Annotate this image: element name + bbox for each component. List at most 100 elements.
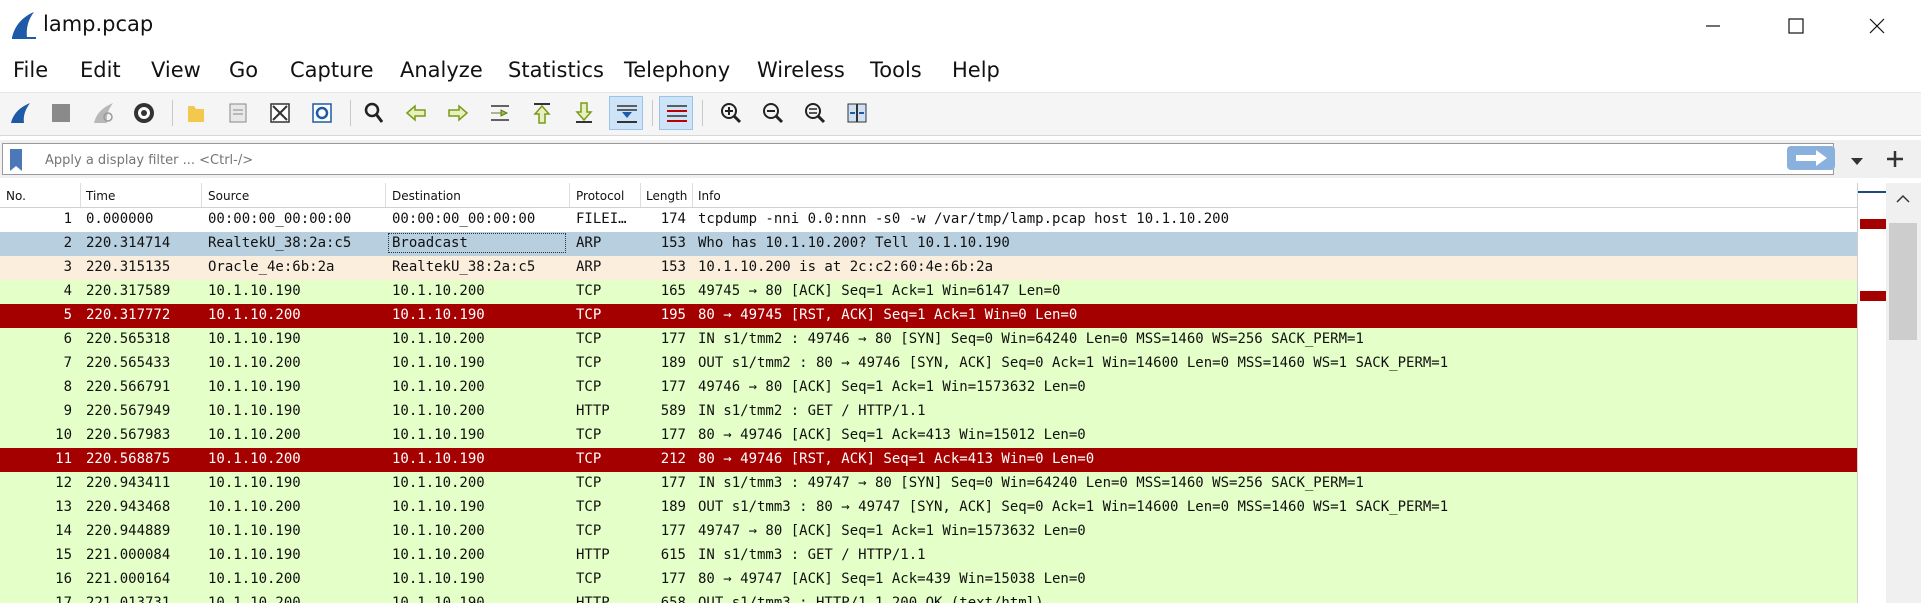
open-file-button[interactable]	[179, 96, 213, 130]
cell-len: 177	[660, 331, 686, 347]
plus-icon	[1887, 151, 1903, 167]
resize-columns-button[interactable]	[840, 96, 874, 130]
table-row[interactable]: 13 220.943468 10.1.10.200 10.1.10.190 TCP 189…	[0, 496, 1857, 520]
column-header-length[interactable]: Length	[646, 189, 687, 203]
vertical-scrollbar[interactable]	[1886, 183, 1921, 603]
cell-dst: 10.1.10.200	[392, 331, 485, 347]
menu-statistics[interactable]: Statistics	[508, 58, 604, 82]
menu-edit[interactable]: Edit	[80, 58, 121, 82]
table-row[interactable]: 9 220.567949 10.1.10.190 10.1.10.200 HTTP 589…	[0, 400, 1857, 424]
column-header-time[interactable]: Time	[86, 189, 115, 203]
apply-filter-button[interactable]	[1787, 146, 1835, 170]
menu-go[interactable]: Go	[229, 58, 258, 82]
table-row[interactable]: 1 0.000000 00:00:00_00:00:00 00:00:00_00:00…	[0, 208, 1857, 232]
table-row[interactable]: 14 220.944889 10.1.10.190 10.1.10.200 TCP 177…	[0, 520, 1857, 544]
cell-proto: HTTP	[576, 595, 610, 603]
menu-help[interactable]: Help	[952, 58, 1000, 82]
menu-telephony[interactable]: Telephony	[624, 58, 730, 82]
find-packet-button[interactable]	[357, 96, 391, 130]
go-last-button[interactable]	[567, 96, 601, 130]
cell-info: Who has 10.1.10.200? Tell 10.1.10.190	[698, 235, 1010, 251]
cell-info: IN s1/tmm3 : GET / HTTP/1.1	[698, 547, 926, 563]
menu-view[interactable]: View	[151, 58, 201, 82]
packet-minimap[interactable]	[1857, 183, 1886, 603]
cell-proto: TCP	[576, 283, 602, 299]
table-row[interactable]: 15 221.000084 10.1.10.190 10.1.10.200 HTTP 61…	[0, 544, 1857, 568]
menu-analyze[interactable]: Analyze	[400, 58, 483, 82]
column-header-source[interactable]: Source	[208, 189, 249, 203]
table-row[interactable]: 11 220.568875 10.1.10.200 10.1.10.190 TCP 212…	[0, 448, 1857, 472]
maximize-button[interactable]	[1773, 8, 1819, 42]
cell-src: 10.1.10.190	[208, 283, 301, 299]
cell-info: 49747 → 80 [ACK] Seq=1 Ack=1 Win=1573632…	[698, 523, 1086, 539]
cell-no: 12	[55, 475, 72, 491]
table-row[interactable]: 12 220.943411 10.1.10.190 10.1.10.200 TCP 177…	[0, 472, 1857, 496]
column-header-protocol[interactable]: Protocol	[576, 189, 624, 203]
cell-time: 220.565318	[86, 331, 171, 347]
scroll-up-arrow-icon[interactable]	[1896, 189, 1910, 208]
menu-capture[interactable]: Capture	[290, 58, 374, 82]
cell-len: 177	[660, 571, 686, 587]
go-last-icon	[575, 102, 593, 123]
close-button[interactable]	[1854, 8, 1900, 42]
bookmark-icon[interactable]	[6, 147, 28, 173]
cell-proto: HTTP	[576, 547, 610, 563]
zoom-in-button[interactable]	[714, 96, 748, 130]
cell-dst: 10.1.10.200	[392, 547, 485, 563]
cell-no: 3	[63, 259, 72, 275]
cell-proto: ARP	[576, 259, 602, 275]
normal-size-icon	[805, 103, 826, 124]
cell-no: 16	[55, 571, 72, 587]
table-row[interactable]: 3 220.315135 Oracle_4e:6b:2a RealtekU_38:2a…	[0, 256, 1857, 280]
resize-columns-icon	[847, 103, 867, 123]
table-row[interactable]: 16 221.000164 10.1.10.200 10.1.10.190 TCP 177…	[0, 568, 1857, 592]
go-forward-button[interactable]	[441, 96, 475, 130]
table-row[interactable]: 7 220.565433 10.1.10.200 10.1.10.190 TCP 189 O…	[0, 352, 1857, 376]
chevron-down-icon	[1851, 158, 1863, 165]
close-file-button[interactable]	[263, 96, 297, 130]
colorize-button[interactable]	[659, 96, 693, 130]
cell-dst: 10.1.10.190	[392, 307, 485, 323]
table-row[interactable]: 2 220.314714 RealtekU_38:2a:c5 Broadcast ARP…	[0, 232, 1857, 256]
stop-capture-button[interactable]	[44, 96, 78, 130]
cell-no: 5	[63, 307, 72, 323]
cell-len: 189	[660, 499, 686, 515]
cell-info: tcpdump -nni 0.0:nnn -s0 -w /var/tmp/lam…	[698, 211, 1230, 227]
zoom-out-button[interactable]	[756, 96, 790, 130]
cell-time: 221.013731	[86, 595, 171, 603]
capture-options-button[interactable]	[127, 96, 161, 130]
table-row[interactable]: 6 220.565318 10.1.10.190 10.1.10.200 TCP 177 I…	[0, 328, 1857, 352]
minimize-button[interactable]	[1690, 8, 1736, 42]
menu-file[interactable]: File	[13, 58, 48, 82]
go-back-button[interactable]	[399, 96, 433, 130]
reload-file-icon	[312, 103, 332, 123]
cell-time: 220.943468	[86, 499, 171, 515]
table-row[interactable]: 4 220.317589 10.1.10.190 10.1.10.200 TCP 165 4…	[0, 280, 1857, 304]
filter-history-dropdown[interactable]	[1850, 152, 1864, 171]
table-row[interactable]: 17 221.013731 10.1.10.200 10.1.10.190 HTTP 65…	[0, 592, 1857, 603]
scrollbar-thumb[interactable]	[1889, 223, 1917, 340]
add-filter-button[interactable]	[1880, 146, 1910, 172]
display-filter-input[interactable]	[43, 149, 1787, 171]
column-header-no[interactable]: No.	[6, 189, 26, 203]
table-row[interactable]: 8 220.566791 10.1.10.190 10.1.10.200 TCP 177 4…	[0, 376, 1857, 400]
go-to-packet-button[interactable]	[483, 96, 517, 130]
start-capture-button[interactable]	[3, 96, 37, 130]
autoscroll-button[interactable]	[609, 96, 643, 130]
save-file-button[interactable]	[221, 96, 255, 130]
column-header-info[interactable]: Info	[698, 189, 721, 203]
column-header-destination[interactable]: Destination	[392, 189, 461, 203]
reload-file-button[interactable]	[305, 96, 339, 130]
cell-dst: 10.1.10.190	[392, 595, 485, 603]
menu-wireless[interactable]: Wireless	[757, 58, 845, 82]
menu-tools[interactable]: Tools	[870, 58, 922, 82]
restart-capture-button[interactable]	[86, 96, 120, 130]
cell-info: 80 → 49747 [ACK] Seq=1 Ack=439 Win=15038…	[698, 571, 1086, 587]
normal-size-button[interactable]	[798, 96, 832, 130]
cell-no: 2	[63, 235, 72, 251]
table-row[interactable]: 10 220.567983 10.1.10.200 10.1.10.190 TCP 177…	[0, 424, 1857, 448]
go-first-button[interactable]	[525, 96, 559, 130]
cell-time: 220.944889	[86, 523, 171, 539]
table-row[interactable]: 5 220.317772 10.1.10.200 10.1.10.190 TCP 195 8…	[0, 304, 1857, 328]
cell-no: 1	[63, 211, 72, 227]
